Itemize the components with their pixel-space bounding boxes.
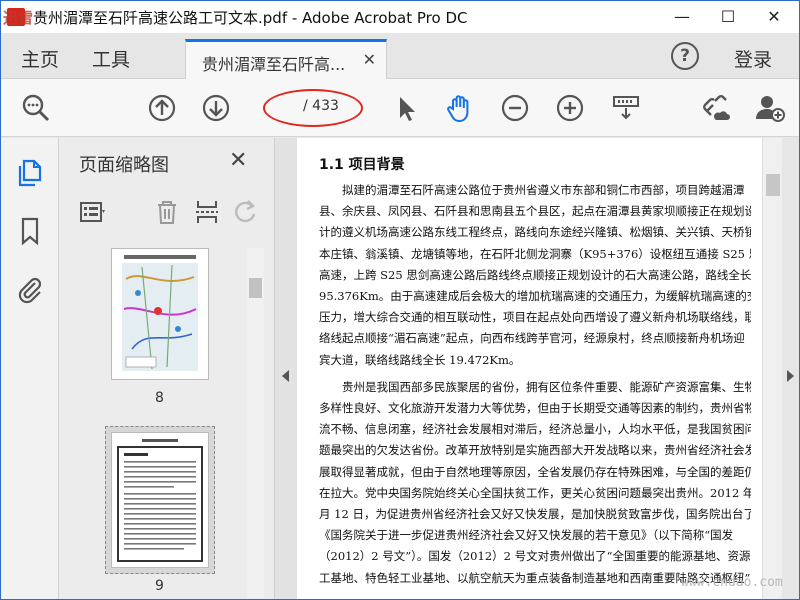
panel-toolbar — [59, 190, 273, 234]
map-thumbnail-image — [122, 255, 198, 371]
page-thumbnails-icon[interactable] — [15, 158, 45, 188]
thumbnail-page-8[interactable] — [111, 248, 209, 380]
document-text-line: 高速，上跨 S25 思剑高速公路后路线终点顺接正规划设计的石大高速公路，路线全长 — [319, 267, 751, 282]
title-bar[interactable]: 迅雷 贵州湄潭至石阡高速公路工可文本.pdf - Adobe Acrobat P… — [1, 1, 799, 33]
zoom-out-icon[interactable] — [500, 93, 530, 123]
document-text-line: （2012）2 号文”）。国发（2012）2 号文对贵州做出了“全国重要的能源基… — [319, 549, 751, 564]
hand-tool-icon[interactable] — [445, 93, 475, 123]
text-page-thumbnail-image — [117, 439, 203, 562]
maximize-button[interactable]: ☐ — [705, 1, 751, 33]
document-text-line: 95.376Km。由于高速建成后会极大的增加杭瑞高速的交通压力，为缓解杭瑞高速的… — [319, 289, 751, 303]
thumbnail-scrollbar[interactable] — [247, 248, 264, 598]
document-view[interactable]: 1.1 项目背景 拟建的湄潭至石阡高速公路位于贵州省遵义市东部和铜仁市西部，项目… — [297, 138, 762, 599]
panel-title: 页面缩略图 — [79, 155, 169, 176]
watermark-logo: 迅雷 — [3, 9, 34, 27]
page-down-icon[interactable] — [201, 93, 231, 123]
attachment-icon[interactable] — [15, 274, 45, 304]
section-heading: 1.1 项目背景 — [319, 157, 405, 173]
document-text-line: 题最突出的欠发达省份。改革开放特别是实施西部大开发战略以来，贵州省经济社会发 — [319, 443, 751, 458]
thumbnail-scrollbar-thumb[interactable] — [249, 278, 262, 298]
minimize-button[interactable]: — — [659, 1, 705, 33]
thumbnail-page-9-selected[interactable] — [105, 426, 215, 574]
thumbnail-page-8-number: 8 — [155, 390, 164, 406]
document-text-line: 拟建的湄潭至石阡高速公路位于贵州省遵义市东部和铜仁市西部，项目跨越湄潭 — [319, 183, 745, 197]
select-arrow-icon[interactable] — [391, 93, 421, 123]
thumbnail-options-icon[interactable] — [79, 198, 107, 226]
document-text-line: 在拉大。党中央国务院始终关心全国扶贫工作，更关心贫困问题最突出贵州。2012 年… — [319, 485, 751, 500]
document-tab-close-icon[interactable]: ✕ — [363, 50, 376, 69]
tab-tools[interactable]: 工具 — [92, 45, 130, 72]
document-text-line: 流不畅、信息闭塞，经济社会发展相对滞后，经济总量小，人均水平低，是我国贫困问 — [319, 422, 751, 437]
login-button[interactable]: 登录 — [734, 45, 772, 72]
site-watermark: www.cndao.com — [681, 575, 783, 590]
scroll-mode-icon[interactable] — [611, 93, 641, 123]
document-text-line: 展取得显著成就，但由于自然地理等原因，全省发展仍存在特殊困难，与全国的差距仍 — [319, 464, 751, 479]
search-zoom-icon[interactable] — [21, 93, 51, 123]
document-text-line: 贵州是我国西部多民族聚居的省份，拥有区位条件重要、能源矿产资源富集、生物 — [319, 379, 751, 394]
panel-close-icon[interactable]: ✕ — [229, 148, 247, 173]
panel-splitter[interactable] — [275, 138, 297, 599]
document-text-line: 县、余庆县、凤冈县、石阡县和思南县五个县区，起点在湄潭县黄家坝顺接正在规划设 — [319, 204, 751, 219]
document-scrollbar-thumb[interactable] — [766, 174, 780, 196]
window-title: 贵州湄潭至石阡高速公路工可文本.pdf - Adobe Acrobat Pro … — [33, 9, 468, 27]
right-pane-toggle[interactable] — [782, 138, 799, 599]
page-up-icon[interactable] — [147, 93, 177, 123]
zoom-in-icon[interactable] — [555, 93, 585, 123]
tab-bar: 主页 工具 贵州湄潭至石阡高... ✕ ? 登录 — [1, 33, 799, 79]
main-toolbar: / 433 — [1, 79, 799, 137]
page-number-box[interactable]: / 433 — [263, 89, 363, 127]
document-text-line: 《国务院关于进一步促进贵州经济社会又好又快发展的若干意见》（以下简称“国发 — [319, 528, 734, 543]
document-scrollbar[interactable] — [762, 138, 782, 599]
close-window-button[interactable]: ✕ — [751, 1, 797, 33]
bookmark-icon[interactable] — [15, 216, 45, 246]
thumbnail-page-9 — [111, 432, 209, 568]
document-text-line: 本庄镇、翁溪镇、龙塘镇等地，在石阡北侧龙洞寨（K95+376）设枢纽互通接 S2… — [319, 246, 751, 261]
document-text-line: 络线起点顺接“湄石高速”起点，向西布线跨芋官河，经源泉村，终点顺接新舟机场迎 — [319, 331, 745, 346]
tab-document[interactable]: 贵州湄潭至石阡高... ✕ — [185, 39, 387, 79]
acrobat-window: 迅雷 贵州湄潭至石阡高速公路工可文本.pdf - Adobe Acrobat P… — [0, 0, 800, 600]
rotate-page-icon[interactable] — [231, 198, 259, 226]
collapse-panel-arrow-icon[interactable] — [282, 370, 289, 382]
tab-home[interactable]: 主页 — [21, 45, 59, 72]
thumbnail-page-9-number: 9 — [155, 578, 164, 594]
document-text-line: 压力，增大综合交通的相互联动性，项目在起点处向西增设了遵义新舟机场联络线，联 — [319, 310, 751, 325]
expand-right-pane-arrow-icon[interactable] — [787, 370, 794, 382]
document-text-line: 多样性良好、文化旅游开发潜力大等优势，但由于长期受交通等因素的制约，贵州省物 — [319, 401, 751, 415]
document-tab-label: 贵州湄潭至石阡高... — [202, 55, 346, 74]
insert-pages-icon[interactable] — [193, 198, 221, 226]
navigation-rail — [1, 138, 59, 599]
add-user-icon[interactable] — [755, 93, 785, 123]
document-text-line: 月 12 日，为促进贵州省经济社会又好又快发展，是加快脱贫致富步伐，国务院出台了 — [319, 507, 751, 521]
document-text-line: 宾大道，联络线路线全长 19.472Km。 — [319, 352, 521, 367]
document-text-line: 计的遵义机场高速公路东线工程终点，路线向东途经兴隆镇、松烟镇、关兴镇、天桥镇、 — [319, 225, 751, 240]
red-annotation-ellipse — [263, 89, 363, 127]
help-icon[interactable]: ? — [671, 42, 699, 70]
page-thumbnails-panel: 页面缩略图 ✕ 8 9 — [59, 138, 275, 599]
link-cloud-icon[interactable] — [701, 93, 731, 123]
delete-page-icon[interactable] — [153, 198, 181, 226]
